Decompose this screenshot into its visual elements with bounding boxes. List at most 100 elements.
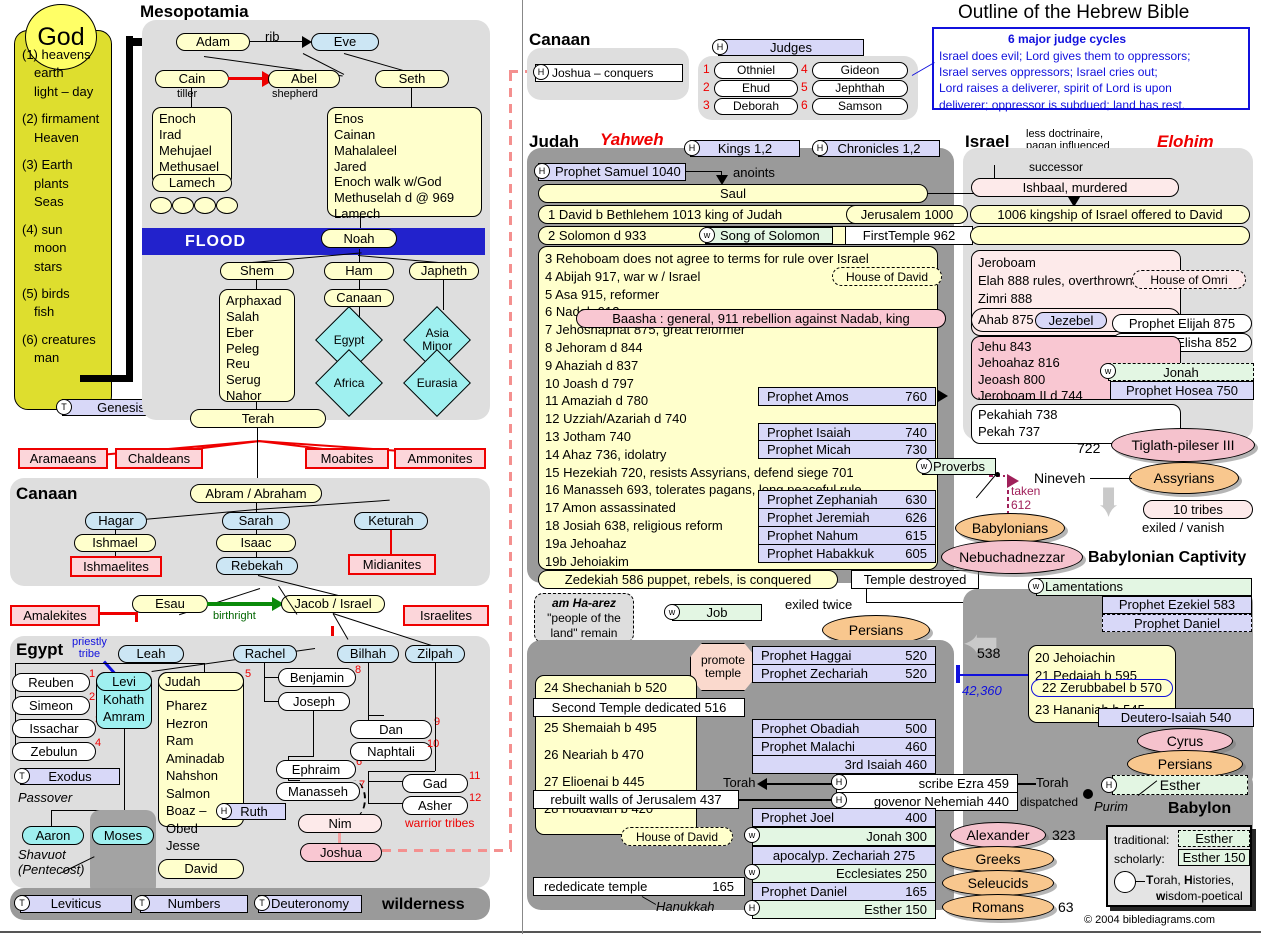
node-second-temple[interactable]: Second Temple dedicated 516: [533, 698, 745, 717]
node-ham[interactable]: Ham: [324, 262, 394, 280]
judge-samson[interactable]: Samson: [812, 98, 908, 115]
empire-seleucids[interactable]: Seleucids: [942, 870, 1054, 896]
node-bilhah[interactable]: Bilhah: [337, 645, 399, 663]
node-moses[interactable]: Moses: [92, 826, 154, 845]
book-song-of-solomon[interactable]: Song of Solomon: [705, 227, 833, 244]
prophet-micah[interactable]: Prophet Micah730: [758, 440, 936, 459]
node-david-genealogy[interactable]: David: [158, 859, 244, 879]
node-keturah[interactable]: Keturah: [354, 512, 428, 530]
empire-nebuchadnezzar[interactable]: Nebuchadnezzar: [941, 540, 1083, 574]
book-chronicles[interactable]: Chronicles 1,2: [818, 140, 940, 157]
node-abraham[interactable]: Abram / Abraham: [190, 484, 322, 503]
prophet-obadiah[interactable]: Prophet Obadiah500: [752, 719, 936, 738]
promote-temple-node[interactable]: promote temple: [690, 643, 756, 691]
empire-romans[interactable]: Romans: [942, 894, 1054, 920]
prophet-elijah[interactable]: Prophet Elijah 875: [1112, 314, 1252, 333]
node-lamech-cain[interactable]: Lamech: [152, 174, 232, 192]
prophet-hosea[interactable]: Prophet Hosea 750: [1110, 381, 1254, 400]
people-amalekites[interactable]: Amalekites: [10, 605, 100, 626]
prophet-daniel-exile[interactable]: Prophet Daniel: [1102, 614, 1252, 632]
node-zilpah[interactable]: Zilpah: [405, 645, 465, 663]
node-seth[interactable]: Seth: [375, 70, 449, 88]
node-joshua-left[interactable]: Joshua: [300, 843, 382, 862]
people-aramaeans[interactable]: Aramaeans: [18, 448, 108, 469]
node-abel[interactable]: Abel: [268, 70, 340, 88]
node-first-temple[interactable]: FirstTemple 962: [845, 226, 973, 245]
tribe-benjamin[interactable]: Benjamin: [278, 668, 356, 687]
prophet-haggai[interactable]: Prophet Haggai520: [752, 646, 936, 665]
empire-persians-2[interactable]: Persians: [1127, 750, 1243, 778]
empire-babylonians[interactable]: Babylonians: [955, 513, 1065, 543]
tribe-issachar[interactable]: Issachar: [12, 719, 96, 738]
node-saul[interactable]: Saul: [538, 184, 928, 203]
node-ezra[interactable]: scribe Ezra 459: [836, 774, 1018, 793]
people-chaldeans[interactable]: Chaldeans: [115, 448, 203, 469]
node-esau[interactable]: Esau: [132, 595, 208, 613]
node-ishmael[interactable]: Ishmael: [74, 534, 156, 552]
node-eve[interactable]: Eve: [311, 33, 379, 51]
book-job[interactable]: Job: [672, 604, 762, 621]
node-isaac[interactable]: Isaac: [216, 534, 296, 552]
judge-gideon[interactable]: Gideon: [812, 62, 908, 79]
node-adam[interactable]: Adam: [176, 33, 250, 51]
book-apocalyptic-zechariah[interactable]: apocalyp. Zechariah 275: [752, 846, 936, 865]
book-jonah-300[interactable]: Jonah 300: [752, 827, 936, 846]
tribe-levi[interactable]: Levi: [96, 672, 152, 691]
node-noah[interactable]: Noah: [321, 229, 397, 248]
tribe-gad[interactable]: Gad: [402, 774, 468, 793]
node-israel-band[interactable]: [970, 226, 1250, 245]
empire-assyrians[interactable]: Assyrians: [1129, 462, 1239, 494]
book-ecclesiates[interactable]: Ecclesiates 250: [752, 864, 936, 883]
tribe-zebulun[interactable]: Zebulun: [12, 742, 96, 761]
judge-jephthah[interactable]: Jephthah: [812, 80, 908, 97]
node-terah[interactable]: Terah: [190, 409, 326, 428]
book-esther-150[interactable]: Esther 150: [752, 900, 936, 919]
book-lamentations[interactable]: Lamentations: [1036, 578, 1252, 596]
node-leah[interactable]: Leah: [118, 645, 184, 663]
node-cain[interactable]: Cain: [155, 70, 229, 88]
node-jerusalem[interactable]: Jerusalem 1000: [846, 205, 968, 224]
prophet-joel[interactable]: Prophet Joel400: [752, 808, 936, 827]
prophet-malachi[interactable]: Prophet Malachi460: [752, 737, 936, 756]
node-nim[interactable]: Nim: [298, 814, 382, 833]
prophet-ezekiel[interactable]: Prophet Ezekiel 583: [1102, 596, 1252, 614]
book-kings[interactable]: Kings 1,2: [690, 140, 800, 157]
prophet-deutero-isaiah[interactable]: Deutero-Isaiah 540: [1098, 708, 1254, 727]
prophet-jeremiah[interactable]: Prophet Jeremiah626: [758, 508, 936, 527]
node-zedekiah[interactable]: Zedekiah 586 puppet, rebels, is conquere…: [538, 570, 838, 589]
book-judges[interactable]: Judges: [718, 39, 864, 56]
prophet-nahum[interactable]: Prophet Nahum615: [758, 526, 936, 545]
node-rebekah[interactable]: Rebekah: [216, 557, 298, 575]
prophet-zephaniah[interactable]: Prophet Zephaniah630: [758, 490, 936, 509]
people-ishmaelites[interactable]: Ishmaelites: [70, 556, 162, 577]
node-canaan-son[interactable]: Canaan: [324, 289, 394, 307]
node-shem[interactable]: Shem: [220, 262, 294, 280]
node-rededicate-temple[interactable]: rededicate temple165: [533, 877, 745, 896]
book-jonah-w[interactable]: Jonah: [1108, 363, 1254, 381]
prophet-zechariah[interactable]: Prophet Zechariah520: [752, 664, 936, 683]
judge-ehud[interactable]: Ehud: [714, 80, 798, 97]
node-sarah[interactable]: Sarah: [222, 512, 290, 530]
people-midianites[interactable]: Midianites: [348, 554, 436, 575]
people-ammonites[interactable]: Ammonites: [394, 448, 486, 469]
tribe-dan[interactable]: Dan: [350, 720, 432, 739]
empire-greeks[interactable]: Greeks: [942, 846, 1054, 872]
node-ishbaal[interactable]: Ishbaal, murdered: [971, 178, 1179, 197]
judge-deborah[interactable]: Deborah: [714, 98, 798, 115]
node-ten-tribes[interactable]: 10 tribes: [1143, 500, 1253, 519]
book-leviticus[interactable]: Leviticus: [20, 895, 132, 913]
tribe-levi-box[interactable]: Levi Kohath Amram: [96, 672, 152, 729]
tribe-asher[interactable]: Asher: [402, 796, 468, 815]
node-rebuilt-walls[interactable]: rebuilt walls of Jerusalem 437: [533, 790, 739, 809]
tribe-naphtali[interactable]: Naphtali: [350, 742, 432, 761]
prophet-daniel-165[interactable]: Prophet Daniel165: [752, 882, 936, 901]
node-joshua-conquers[interactable]: Joshua – conquers: [535, 64, 683, 82]
node-hagar[interactable]: Hagar: [85, 512, 147, 530]
book-esther[interactable]: Esther: [1112, 775, 1248, 795]
node-temple-destroyed[interactable]: Temple destroyed: [851, 570, 979, 589]
book-exodus[interactable]: Exodus: [20, 768, 120, 785]
book-numbers[interactable]: Numbers: [140, 895, 248, 913]
empire-tiglath[interactable]: Tiglath-pileser III: [1111, 428, 1255, 462]
node-zerubbabel[interactable]: 22 Zerubbabel b 570: [1031, 679, 1173, 697]
tribe-reuben[interactable]: Reuben: [12, 673, 90, 692]
